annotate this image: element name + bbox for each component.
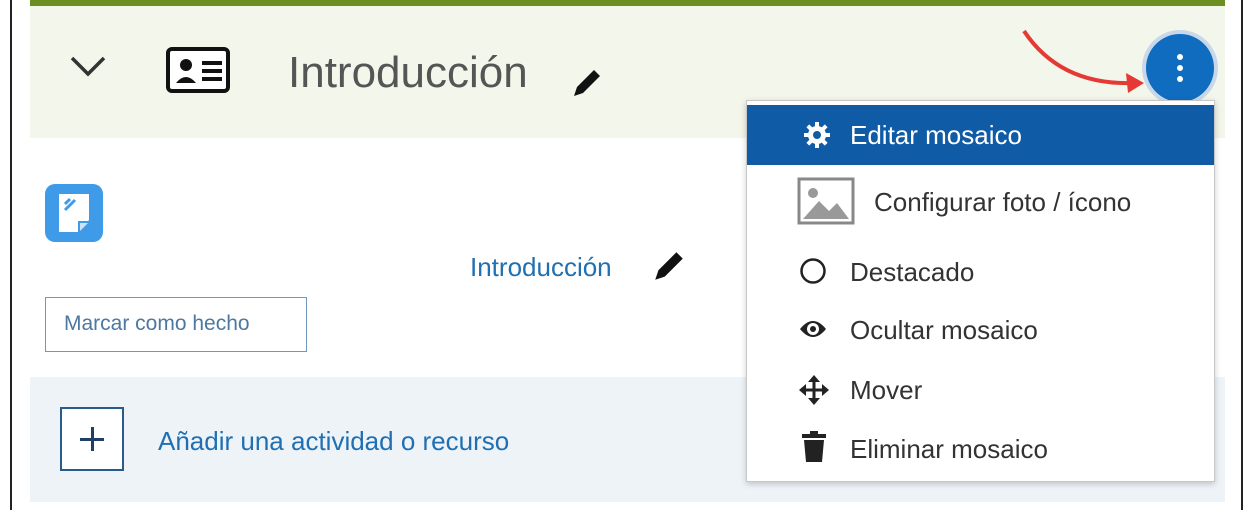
gear-icon	[804, 122, 830, 148]
menu-item-featured[interactable]: Destacado	[747, 243, 1214, 299]
tile-actions-menu-button[interactable]	[1146, 34, 1214, 102]
eye-icon	[800, 321, 826, 337]
menu-item-hide-tile[interactable]: Ocultar mosaico	[747, 301, 1214, 357]
mark-as-done-button[interactable]: Marcar como hecho	[45, 297, 307, 352]
add-icon[interactable]	[60, 407, 124, 471]
menu-item-configure-image[interactable]: Configurar foto / ícono	[747, 171, 1214, 233]
chevron-down-icon[interactable]	[68, 52, 108, 82]
menu-item-label: Ocultar mosaico	[850, 315, 1038, 345]
menu-item-label: Editar mosaico	[850, 120, 1022, 150]
activity-link[interactable]: Introducción	[470, 252, 612, 283]
circle-icon	[800, 258, 826, 284]
kebab-dot	[1177, 54, 1183, 60]
kebab-dot	[1177, 76, 1183, 82]
menu-item-move[interactable]: Mover	[747, 361, 1214, 417]
add-activity-link[interactable]: Añadir una actividad o recurso	[158, 426, 509, 457]
menu-item-label: Eliminar mosaico	[850, 434, 1048, 464]
menu-item-label: Destacado	[850, 257, 975, 287]
menu-item-delete-tile[interactable]: Eliminar mosaico	[747, 419, 1214, 475]
trash-icon	[802, 431, 826, 462]
menu-item-label: Configurar foto / ícono	[874, 187, 1132, 217]
kebab-dot	[1177, 65, 1183, 71]
page-activity-icon[interactable]	[45, 184, 103, 242]
image-icon	[797, 177, 855, 225]
document-icon	[59, 194, 89, 232]
id-card-icon	[166, 47, 230, 93]
tile-actions-dropdown: Editar mosaico Configurar foto / ícono D…	[746, 100, 1215, 482]
pencil-icon[interactable]	[651, 248, 687, 284]
section-title: Introducción	[288, 48, 528, 97]
menu-item-label: Mover	[850, 375, 923, 405]
menu-item-edit-tile[interactable]: Editar mosaico	[747, 105, 1214, 165]
pencil-icon[interactable]	[570, 66, 604, 100]
move-icon	[799, 375, 829, 405]
red-arrow-annotation	[1022, 29, 1144, 93]
